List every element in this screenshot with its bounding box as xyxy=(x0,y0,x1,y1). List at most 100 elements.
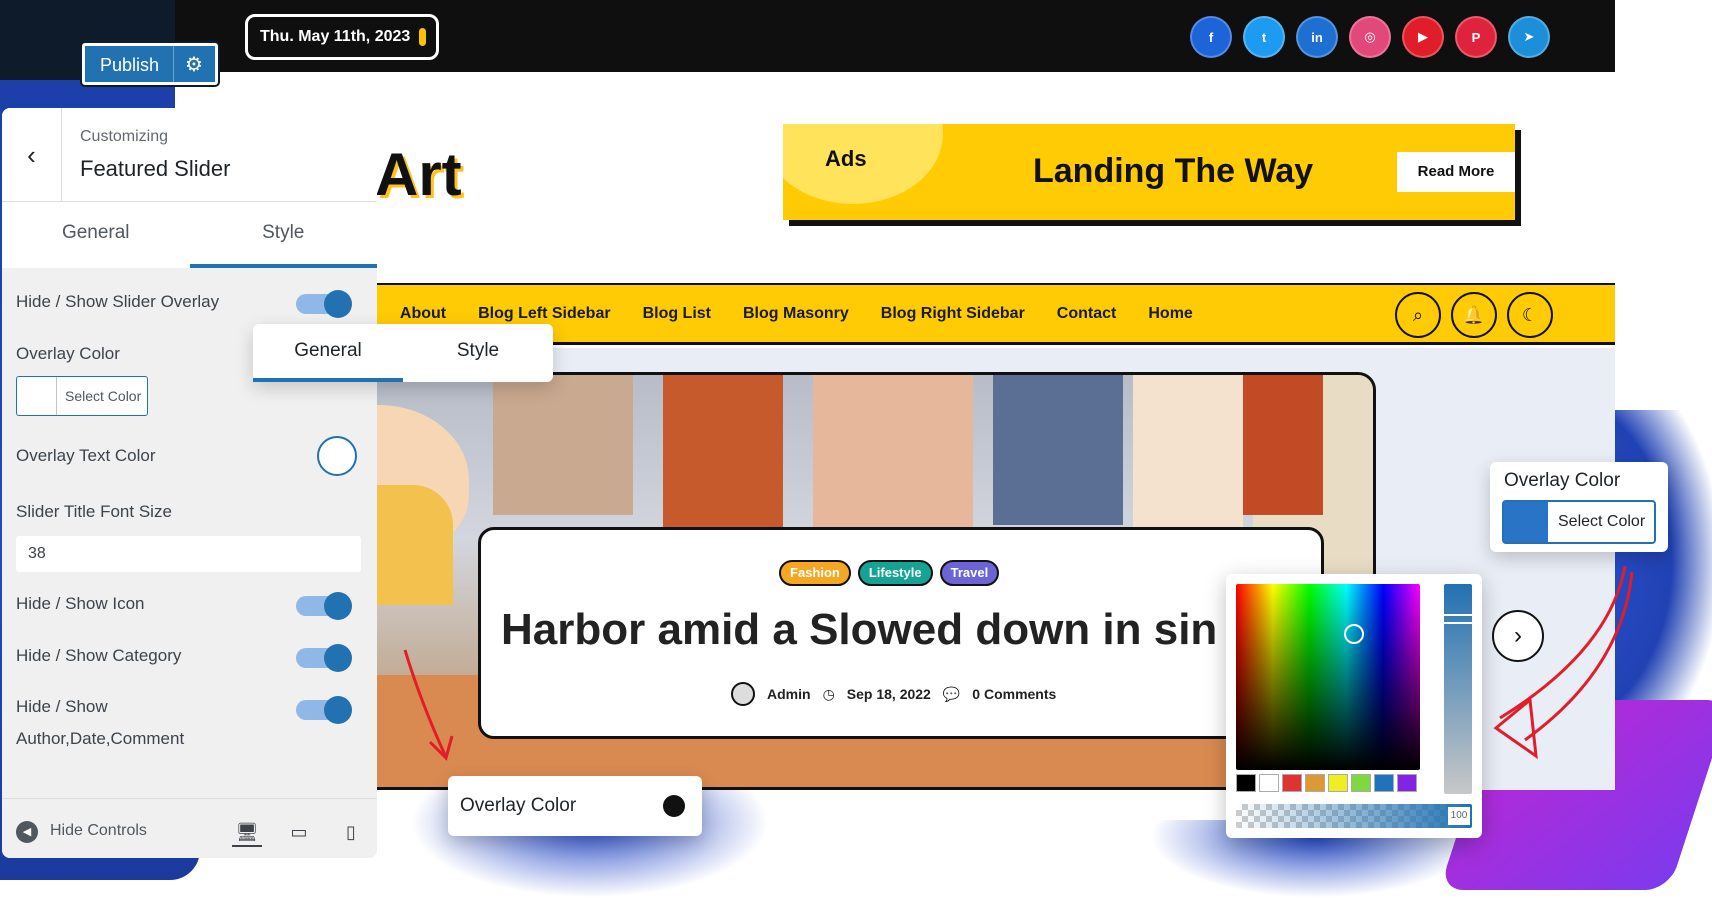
clock-icon: ◷ xyxy=(822,685,835,702)
tab-style[interactable]: Style xyxy=(189,202,377,268)
moon-icon[interactable]: ☾ xyxy=(1507,292,1553,338)
palette-swatch[interactable] xyxy=(1305,774,1325,792)
palette-swatch[interactable] xyxy=(1328,774,1348,792)
nav-item[interactable]: Blog List xyxy=(643,305,711,323)
illustration-shape xyxy=(493,375,633,515)
panel-footer: ◀ Hide Controls 🖥 ▭ ▯ xyxy=(2,798,377,858)
tab-general[interactable]: General xyxy=(253,324,403,382)
overlay-color-swatch[interactable] xyxy=(663,795,685,817)
illustration-shape xyxy=(1133,375,1243,545)
show-category-toggle[interactable] xyxy=(296,644,352,672)
back-icon[interactable]: ‹ xyxy=(2,108,62,202)
title-font-size-input[interactable]: 38 xyxy=(16,536,361,572)
color-picker: 100 xyxy=(1226,574,1482,838)
panel-tabs: General Style xyxy=(2,202,377,268)
color-swatch xyxy=(1504,502,1548,542)
nav-actions: ⌕ 🔔 ☾ xyxy=(1395,292,1553,338)
hue-slider[interactable] xyxy=(1442,584,1474,794)
overlay-text-color-swatch[interactable] xyxy=(317,436,357,476)
tab-style[interactable]: Style xyxy=(403,324,553,382)
color-cursor[interactable] xyxy=(1344,624,1364,644)
tab-general[interactable]: General xyxy=(2,202,190,268)
overlay-color-card: Overlay Color xyxy=(448,776,702,836)
select-color-label: Select Color xyxy=(1558,513,1646,530)
palette-swatch[interactable] xyxy=(1236,774,1256,792)
breadcrumb: Customizing xyxy=(80,128,169,145)
search-icon[interactable]: ⌕ xyxy=(1395,292,1441,338)
category-badge[interactable]: Fashion xyxy=(779,560,851,586)
slider-handle[interactable] xyxy=(1442,614,1474,624)
top-bar: Thu. May 11th, 2023 f t in ◎ ▶ P ➤ xyxy=(175,0,1615,72)
desktop-icon[interactable]: 🖥 xyxy=(232,817,262,847)
show-meta-label-cont: Author,Date,Comment xyxy=(16,729,185,748)
toggle-knob xyxy=(324,592,352,620)
hide-controls-icon[interactable]: ◀ xyxy=(16,821,38,843)
overlay-text-color-label: Overlay Text Color xyxy=(16,446,156,465)
post-title[interactable]: Harbor amid a Slowed down in sin xyxy=(501,605,1321,655)
alpha-slider[interactable]: 100 xyxy=(1236,804,1472,828)
nav-item[interactable]: Blog Masonry xyxy=(743,305,849,323)
customizer-panel: ‹ Customizing Featured Slider General St… xyxy=(2,108,377,858)
alpha-value[interactable]: 100 xyxy=(1448,807,1470,825)
nav-item[interactable]: Home xyxy=(1148,305,1192,323)
bell-icon[interactable]: 🔔 xyxy=(1451,292,1497,338)
gear-icon[interactable]: ⚙ xyxy=(185,52,203,77)
youtube-icon[interactable]: ▶ xyxy=(1402,16,1444,58)
publish-button[interactable]: Publish ⚙ xyxy=(82,43,218,85)
illustration-shape xyxy=(813,375,973,535)
ad-banner[interactable]: Ads Landing The Way Read More xyxy=(783,124,1515,220)
toggle-knob xyxy=(324,696,352,724)
palette-swatch[interactable] xyxy=(1282,774,1302,792)
social-links: f t in ◎ ▶ P ➤ xyxy=(1190,16,1550,58)
category-badge[interactable]: Travel xyxy=(939,560,1000,586)
linkedin-icon[interactable]: in xyxy=(1296,16,1338,58)
nav-item[interactable]: Contact xyxy=(1057,305,1117,323)
color-swatch xyxy=(17,377,57,415)
post-comments[interactable]: 0 Comments xyxy=(972,686,1056,702)
slider-overlay-toggle[interactable] xyxy=(296,290,352,318)
title-font-size-label: Slider Title Font Size xyxy=(16,502,172,521)
category-badge[interactable]: Lifestyle xyxy=(857,560,933,586)
select-color-button[interactable]: Select Color xyxy=(1502,500,1656,544)
divider xyxy=(173,46,174,82)
nav-item[interactable]: About xyxy=(400,305,446,323)
instagram-icon[interactable]: ◎ xyxy=(1349,16,1391,58)
pinterest-icon[interactable]: P xyxy=(1455,16,1497,58)
nav-item[interactable]: Blog Right Sidebar xyxy=(881,305,1025,323)
author-avatar xyxy=(731,682,755,706)
site-logo[interactable]: Art xyxy=(375,140,462,209)
date-pin-icon xyxy=(419,28,427,46)
post-date: Sep 18, 2022 xyxy=(846,686,931,702)
color-palette xyxy=(1236,774,1417,792)
overlay-color-label: Overlay Color xyxy=(460,795,577,816)
floating-tabs: General Style xyxy=(253,324,553,382)
palette-swatch[interactable] xyxy=(1351,774,1371,792)
nav-item[interactable]: Blog Left Sidebar xyxy=(478,305,610,323)
select-color-label: Select Color xyxy=(65,388,142,404)
slider-post-card[interactable]: Fashion Lifestyle Travel Harbor amid a Slo… xyxy=(478,527,1324,739)
slider-next-button[interactable]: › xyxy=(1492,610,1544,662)
publish-label: Publish xyxy=(100,55,160,75)
show-icon-toggle[interactable] xyxy=(296,592,352,620)
tablet-icon[interactable]: ▭ xyxy=(284,817,314,847)
palette-swatch[interactable] xyxy=(1374,774,1394,792)
facebook-icon[interactable]: f xyxy=(1190,16,1232,58)
twitter-icon[interactable]: t xyxy=(1243,16,1285,58)
post-categories: Fashion Lifestyle Travel xyxy=(779,560,1000,586)
hide-controls-button[interactable]: Hide Controls xyxy=(50,822,147,840)
toggle-knob xyxy=(324,644,352,672)
overlay-color-card: Overlay Color Select Color xyxy=(1490,462,1668,552)
overlay-color-picker[interactable]: Select Color xyxy=(16,376,148,416)
mobile-icon[interactable]: ▯ xyxy=(336,817,366,847)
ad-title: Landing The Way xyxy=(1033,152,1314,190)
show-meta-toggle[interactable] xyxy=(296,696,352,724)
date-text: Thu. May 11th, 2023 xyxy=(260,28,411,45)
telegram-icon[interactable]: ➤ xyxy=(1508,16,1550,58)
palette-swatch[interactable] xyxy=(1397,774,1417,792)
overlay-color-label: Overlay Color xyxy=(1504,470,1621,491)
read-more-button[interactable]: Read More xyxy=(1397,152,1515,192)
palette-swatch[interactable] xyxy=(1259,774,1279,792)
post-author[interactable]: Admin xyxy=(767,686,811,702)
saturation-area[interactable] xyxy=(1236,584,1420,770)
illustration-shape xyxy=(1243,375,1323,515)
